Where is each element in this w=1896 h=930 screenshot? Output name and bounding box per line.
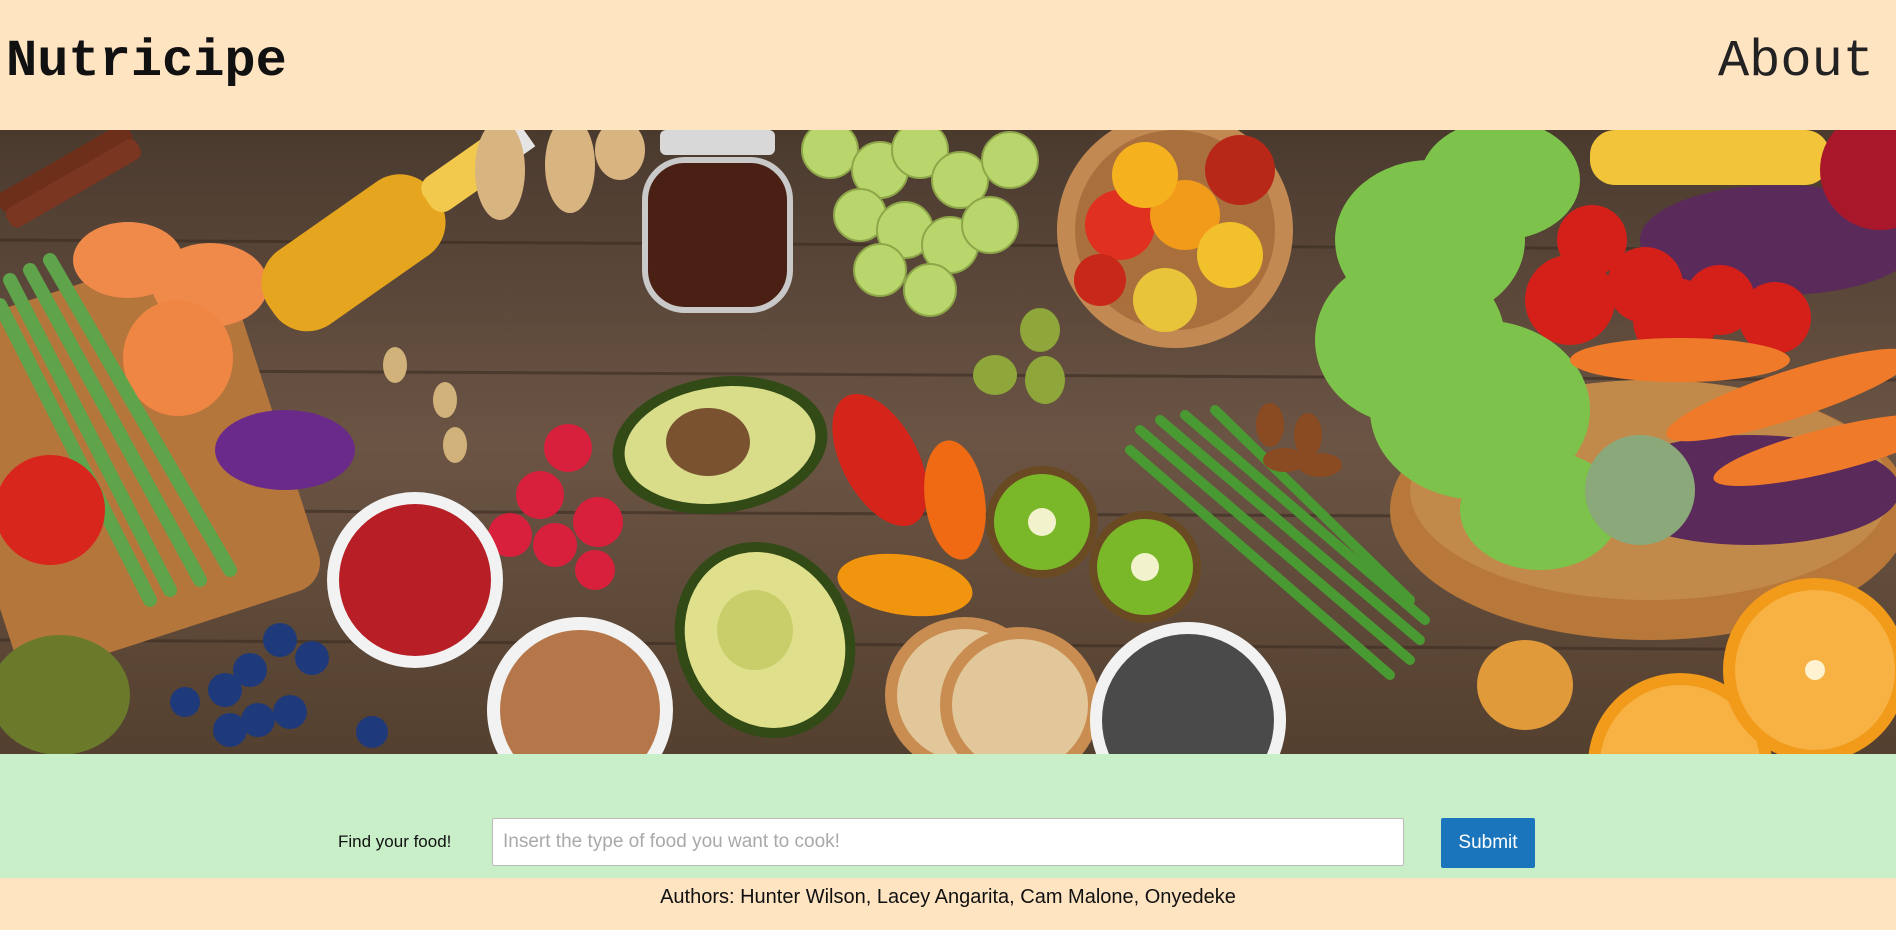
food-search-input[interactable]: [492, 818, 1404, 866]
about-link[interactable]: About: [1718, 32, 1874, 92]
submit-button[interactable]: Submit: [1441, 818, 1535, 868]
corn: [1590, 130, 1830, 185]
site-header: Nutricipe About: [0, 0, 1896, 130]
red-cabbage: [215, 410, 355, 490]
tomato: [0, 455, 105, 565]
site-footer: Authors: Hunter Wilson, Lacey Angarita, …: [0, 878, 1896, 930]
goji-berry-bowl: [327, 492, 503, 668]
food-banner-image: [0, 130, 1896, 754]
site-logo-text: Nutricipe: [6, 32, 287, 91]
authors-credit: Authors: Hunter Wilson, Lacey Angarita, …: [660, 886, 1236, 908]
search-label: Find your food!: [338, 832, 452, 851]
food-illustration: [0, 130, 1896, 754]
onion: [1477, 640, 1573, 730]
